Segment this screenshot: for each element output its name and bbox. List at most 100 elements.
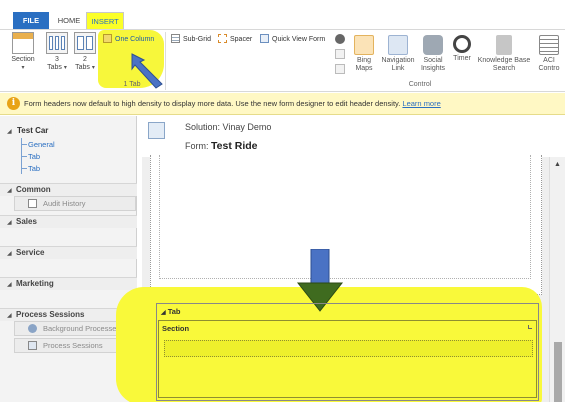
form-icon: [260, 34, 269, 43]
nav-category-marketing[interactable]: ◢ Marketing: [0, 277, 137, 290]
aci-control-button[interactable]: ACI Contro: [534, 35, 564, 73]
nav-item-label: Audit History: [43, 199, 86, 208]
entity-title: Test Car: [17, 126, 49, 135]
scroll-thumb[interactable]: [554, 342, 562, 402]
iframe-icon[interactable]: [335, 64, 345, 74]
ribbon-tab-bar: FILE HOME INSERT: [0, 0, 565, 30]
group-label-1tab: 1 Tab: [123, 81, 141, 88]
nav-item-label: Process Sessions: [43, 341, 103, 350]
nav-category-common[interactable]: ◢ Common: [0, 183, 137, 196]
navigation-link-line1: Navigation: [381, 57, 415, 64]
nav-link-general[interactable]: General: [28, 140, 55, 149]
form-scrollbar[interactable]: ▲: [549, 157, 565, 402]
navigation-link-button[interactable]: Navigation Link: [380, 35, 416, 73]
solution-label: Solution: Vinay Demo: [185, 122, 272, 132]
form-editor: Solution: Vinay Demo Form: Test Ride ◢ T…: [116, 116, 565, 402]
quick-view-form-button[interactable]: Quick View Form: [260, 34, 325, 45]
info-icon: i: [7, 97, 20, 110]
web-resource-icon[interactable]: [335, 49, 345, 59]
form-canvas: ◢ Tab Section: [116, 155, 552, 402]
nav-link-tab[interactable]: Tab: [28, 152, 40, 161]
collapse-triangle-icon[interactable]: ◢: [161, 310, 166, 316]
category-label: Service: [16, 248, 45, 257]
category-label: Sales: [16, 217, 37, 226]
form-name: Form: Test Ride: [185, 140, 258, 152]
social-insights-line1: Social: [423, 57, 443, 64]
two-tabs-label: Tabs: [75, 64, 90, 71]
collapse-triangle-icon: ◢: [7, 251, 12, 257]
category-label: Process Sessions: [16, 310, 85, 319]
tab-file[interactable]: FILE: [13, 12, 49, 29]
section-label: Section: [11, 56, 35, 63]
learn-more-link[interactable]: Learn more: [402, 99, 440, 108]
collapse-triangle-icon[interactable]: ◢: [7, 128, 12, 135]
audit-history-icon: [28, 199, 37, 208]
three-tabs-button[interactable]: 3 Tabs ▾: [44, 32, 70, 72]
three-tabs-icon: [46, 32, 68, 54]
form-name-prefix: Form:: [185, 141, 209, 151]
nav-link-tab[interactable]: Tab: [28, 164, 40, 173]
grid-icon: [171, 34, 180, 43]
navigation-link-icon: [388, 35, 408, 55]
section-button[interactable]: Section ▾: [8, 32, 38, 71]
notification-bar: i Form headers now default to high densi…: [0, 93, 565, 115]
aci-control-icon: [539, 35, 559, 55]
spacer-icon: [218, 34, 227, 43]
collapse-triangle-icon: ◢: [7, 282, 12, 288]
bing-maps-icon: [354, 35, 374, 55]
social-insights-button[interactable]: Social Insights: [418, 35, 448, 73]
nav-item-audit-history[interactable]: Audit History: [14, 196, 136, 211]
three-tabs-label: Tabs: [47, 64, 62, 71]
nav-tree-lines: [21, 138, 27, 174]
process-sessions-icon: [28, 341, 37, 350]
field-drop-slot[interactable]: [164, 340, 533, 357]
timer-button[interactable]: Timer: [450, 35, 474, 63]
tab-home[interactable]: HOME: [52, 12, 86, 29]
aci-control-line2: Contro: [538, 65, 560, 72]
new-section[interactable]: Section: [158, 320, 537, 398]
tab-label: Tab: [167, 307, 181, 316]
timer-label: Timer: [453, 55, 471, 62]
sub-grid-label: Sub-Grid: [183, 36, 212, 43]
section-icon: [12, 32, 34, 54]
bing-maps-button[interactable]: Bing Maps: [350, 35, 378, 73]
knowledge-base-icon: [496, 35, 512, 55]
collapse-triangle-icon: ◢: [7, 220, 12, 226]
category-label: Marketing: [16, 279, 54, 288]
nav-category-service[interactable]: ◢ Service: [0, 246, 137, 259]
group-separator: [165, 32, 166, 90]
spacer-label: Spacer: [230, 36, 253, 43]
one-column-button[interactable]: One Column: [103, 34, 154, 45]
scroll-up-icon[interactable]: ▲: [554, 161, 561, 168]
group-label-control: Control: [408, 81, 432, 88]
sub-grid-button[interactable]: Sub-Grid: [171, 34, 211, 45]
column-icon: [103, 34, 112, 43]
new-tab[interactable]: ◢ Tab Section: [156, 303, 539, 401]
three-tabs-count: 3: [55, 56, 59, 63]
bing-maps-line2: Maps: [355, 65, 373, 72]
timer-icon: [453, 35, 471, 53]
two-tabs-icon: [74, 32, 96, 54]
chat-icon: [423, 35, 443, 55]
gear-icon: [28, 324, 37, 333]
bing-maps-line1: Bing: [356, 57, 371, 64]
one-column-label: One Column: [115, 36, 155, 43]
chevron-down-icon: ▾: [91, 65, 95, 71]
tab-insert[interactable]: INSERT: [86, 12, 124, 29]
ribbon: Section ▾ 3 Tabs ▾ 2 Tabs ▾ One Column 1…: [0, 29, 565, 92]
nav-item-label: Background Processes: [43, 324, 121, 333]
quick-view-form-label: Quick View Form: [272, 36, 326, 43]
form-icon: [148, 122, 165, 139]
globe-icon[interactable]: [335, 34, 345, 44]
nav-category-sales[interactable]: ◢ Sales: [0, 215, 137, 228]
aci-control-line1: ACI: [543, 57, 555, 64]
collapse-triangle-icon: ◢: [7, 313, 12, 319]
section-label: Section: [162, 324, 190, 333]
knowledge-base-search-button[interactable]: Knowledge Base Search: [476, 35, 532, 73]
two-tabs-button[interactable]: 2 Tabs ▾: [72, 32, 98, 72]
knowledge-base-line1: Knowledge Base: [477, 57, 531, 64]
two-tabs-count: 2: [83, 56, 87, 63]
knowledge-base-line2: Search: [492, 65, 516, 72]
section-corner-icon: [528, 325, 532, 329]
spacer-button[interactable]: Spacer: [218, 34, 252, 45]
